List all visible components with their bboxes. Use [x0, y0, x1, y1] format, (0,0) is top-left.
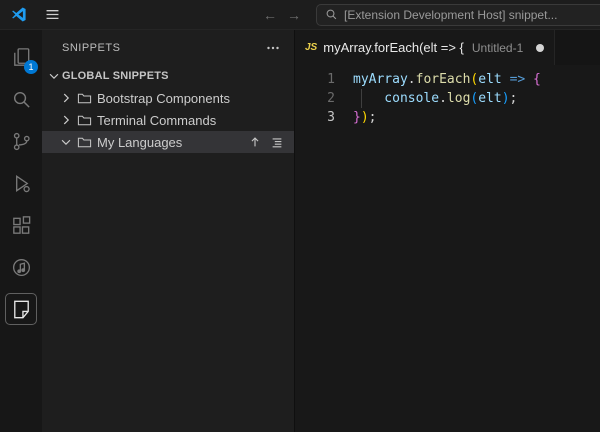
search-icon [326, 9, 337, 20]
menu-icon[interactable] [40, 3, 64, 27]
music-note-icon [12, 258, 30, 276]
code-editor[interactable]: 1 myArray.forEach(elt => { 2 console.log(el… [295, 65, 600, 127]
tab-secondary-label: Untitled-1 [471, 40, 524, 55]
code-line[interactable]: 1 myArray.forEach(elt => { [295, 70, 600, 89]
tree-item-terminal-commands[interactable]: Terminal Commands [42, 109, 294, 131]
editor-group: JS myArray.forEach(elt => { Untitled-1 1… [295, 30, 600, 432]
code-token: log [446, 91, 471, 106]
vscode-logo [10, 6, 27, 23]
extensions-icon [12, 215, 30, 234]
activity-extensions[interactable] [0, 204, 42, 246]
code-token: ; [509, 91, 518, 106]
window-title: [Extension Development Host] snippet... [344, 7, 558, 22]
tab-bar: JS myArray.forEach(elt => { Untitled-1 [295, 30, 600, 65]
tree-item-label: Bootstrap Components [97, 90, 230, 106]
chevron-right-icon[interactable] [58, 112, 74, 128]
debug-icon [15, 174, 30, 192]
activity-media[interactable] [0, 246, 42, 288]
tree-section-global-snippets[interactable]: GLOBAL SNIPPETS [42, 65, 294, 87]
code-token: ; [368, 110, 377, 125]
folder-opened-icon [76, 134, 92, 150]
tree-item-label: My Languages [97, 134, 183, 150]
code-token: console [384, 91, 440, 106]
activity-run-debug[interactable] [0, 162, 42, 204]
chevron-down-icon[interactable] [46, 68, 62, 84]
code-token: elt [478, 91, 502, 106]
tab-untitled-1[interactable]: JS myArray.forEach(elt => { Untitled-1 [295, 30, 556, 65]
activity-explorer[interactable]: 1 [0, 36, 42, 78]
source-control-icon [13, 132, 30, 150]
search-icon [13, 91, 30, 108]
sidebar-title: SNIPPETS [62, 41, 121, 54]
code-token: myArray [353, 72, 408, 87]
tab-label: myArray.forEach(elt => { [323, 40, 464, 55]
activity-search[interactable] [0, 78, 42, 120]
activity-bar: 1 [0, 30, 42, 432]
line-number: 3 [327, 110, 335, 125]
section-label: GLOBAL SNIPPETS [62, 70, 169, 82]
folder-icon [76, 112, 92, 128]
explorer-badge: 1 [24, 60, 38, 74]
move-up-icon[interactable] [246, 133, 264, 151]
line-number: 2 [327, 91, 335, 106]
folder-icon [76, 90, 92, 106]
code-token: { [533, 72, 541, 87]
collapse-list-icon[interactable] [268, 133, 286, 151]
code-text: myArray.forEach(elt => { [353, 70, 541, 89]
modified-dot-icon[interactable] [536, 43, 545, 52]
code-token: forEach [415, 72, 471, 87]
code-token: ) [501, 91, 510, 106]
code-line[interactable]: 2 console.log(elt); [295, 89, 600, 108]
forward-icon[interactable]: → [282, 3, 306, 27]
line-number: 1 [327, 72, 335, 87]
active-indicator [5, 293, 37, 325]
chevron-right-icon[interactable] [58, 90, 74, 106]
code-token: . [407, 72, 416, 87]
more-actions-icon[interactable] [262, 37, 284, 59]
code-token: elt [478, 72, 502, 87]
code-line[interactable]: 3}); [295, 108, 600, 127]
code-token: } [353, 110, 361, 125]
tree-item-my-languages[interactable]: My Languages [42, 131, 294, 153]
title-bar: ← → [Extension Development Host] snippet… [0, 0, 600, 30]
activity-snippets[interactable] [0, 288, 42, 330]
code-token: ) [360, 110, 369, 125]
code-lines: 1 myArray.forEach(elt => { 2 console.log(el… [295, 70, 600, 127]
code-token: => [509, 72, 526, 87]
row-actions [246, 133, 294, 151]
back-icon[interactable]: ← [258, 3, 282, 27]
code-text: console.log(elt); [353, 89, 517, 108]
javascript-lang-icon: JS [305, 42, 318, 53]
code-token: . [439, 91, 447, 106]
tree-item-bootstrap-components[interactable]: Bootstrap Components [42, 87, 294, 109]
command-center[interactable]: [Extension Development Host] snippet... [316, 3, 600, 26]
vscode-window: ← → [Extension Development Host] snippet… [0, 0, 600, 432]
indent-guide [353, 89, 384, 108]
code-text: }); [353, 108, 376, 127]
activity-source-control[interactable] [0, 120, 42, 162]
sidebar: SNIPPETS GLOBAL SNIPPETS Bootstrap Compo… [42, 30, 295, 432]
tree-item-label: Terminal Commands [97, 112, 217, 128]
chevron-down-icon[interactable] [58, 134, 74, 150]
